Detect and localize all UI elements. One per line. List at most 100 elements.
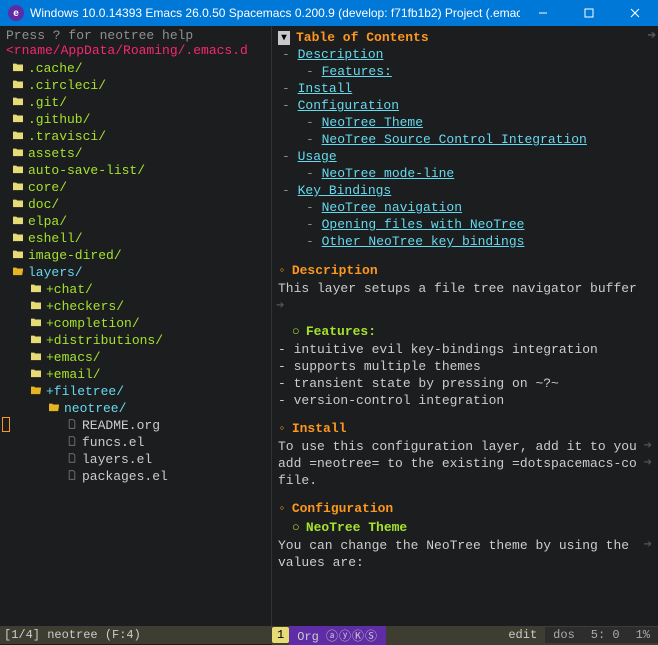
truncation-indicator: ➔ bbox=[276, 301, 284, 312]
folder-icon bbox=[12, 95, 24, 110]
toc-item[interactable]: - Configuration bbox=[278, 98, 652, 115]
toc-item[interactable]: - Other NeoTree key bindings bbox=[278, 234, 652, 251]
toc-item[interactable]: - Opening files with NeoTree bbox=[278, 217, 652, 234]
fold-arrow-icon[interactable]: ▾ bbox=[278, 31, 290, 45]
toc-link[interactable]: NeoTree navigation bbox=[322, 200, 462, 217]
dir-label: assets/ bbox=[28, 146, 83, 161]
dir-label: auto-save-list/ bbox=[28, 163, 145, 178]
neotree-help-hint: Press ? for neotree help bbox=[6, 28, 271, 43]
heading-configuration[interactable]: ◦ Configuration bbox=[278, 499, 652, 518]
neotree-sidebar[interactable]: Press ? for neotree help <rname/AppData/… bbox=[0, 26, 272, 626]
list-item: - transient state by pressing on ~?~ bbox=[278, 375, 652, 392]
toc-item[interactable]: - NeoTree Source Control Integration bbox=[278, 132, 652, 149]
toc-link[interactable]: NeoTree Source Control Integration bbox=[322, 132, 587, 149]
dir-label: .git/ bbox=[28, 95, 67, 110]
dir-label: .cache/ bbox=[28, 61, 83, 76]
heading-neotree-theme[interactable]: ○ NeoTree Theme bbox=[278, 518, 652, 537]
tree-directory[interactable]: +distributions/ bbox=[6, 332, 271, 349]
tree-file[interactable]: README.org bbox=[6, 417, 271, 434]
tree-directory[interactable]: doc/ bbox=[6, 196, 271, 213]
folder-icon bbox=[12, 129, 24, 144]
file-tree: .cache/.circleci/.git/ .github/.travisci/… bbox=[6, 60, 271, 485]
tree-directory[interactable]: .circleci/ bbox=[6, 77, 271, 94]
theme-body: You can change the NeoTree theme by usin… bbox=[278, 537, 652, 571]
toc-link[interactable]: Opening files with NeoTree bbox=[322, 217, 525, 234]
toc-link[interactable]: Features: bbox=[322, 64, 392, 81]
dir-label: +checkers/ bbox=[46, 299, 124, 314]
toc-item[interactable]: - Features: bbox=[278, 64, 652, 81]
edit-indicator: edit bbox=[500, 627, 545, 643]
tree-file[interactable]: layers.el bbox=[6, 451, 271, 468]
close-button[interactable] bbox=[612, 0, 658, 26]
minor-modes-icons: ⓐⓨⓀⓈ bbox=[326, 630, 378, 644]
folder-icon bbox=[30, 282, 42, 297]
tree-directory[interactable]: core/ bbox=[6, 179, 271, 196]
toc-item[interactable]: - Install bbox=[278, 81, 652, 98]
toc-link[interactable]: NeoTree Theme bbox=[322, 115, 423, 132]
heading-text: Install bbox=[292, 421, 347, 436]
toc-link[interactable]: Key Bindings bbox=[298, 183, 392, 200]
tree-directory[interactable]: +checkers/ bbox=[6, 298, 271, 315]
toc-item[interactable]: - Usage bbox=[278, 149, 652, 166]
tree-directory[interactable]: elpa/ bbox=[6, 213, 271, 230]
tree-directory[interactable]: eshell/ bbox=[6, 230, 271, 247]
tree-directory[interactable]: +chat/ bbox=[6, 281, 271, 298]
tree-directory[interactable]: neotree/ bbox=[6, 400, 271, 417]
tree-directory[interactable]: +email/ bbox=[6, 366, 271, 383]
toc-link[interactable]: Description bbox=[298, 47, 384, 64]
tree-directory[interactable]: +emacs/ bbox=[6, 349, 271, 366]
toc-item[interactable]: - NeoTree mode-line bbox=[278, 166, 652, 183]
encoding-segment: dos bbox=[545, 627, 583, 643]
heading-install[interactable]: ◦ Install bbox=[278, 419, 652, 438]
file-label: funcs.el bbox=[82, 435, 144, 450]
tree-directory[interactable]: +filetree/ bbox=[6, 383, 271, 400]
cursor-indicator bbox=[2, 417, 10, 432]
tree-file[interactable]: packages.el bbox=[6, 468, 271, 485]
toc-item[interactable]: - NeoTree navigation bbox=[278, 200, 652, 217]
heading-toc[interactable]: ▾ Table of Contents ➔ bbox=[278, 28, 652, 47]
minimize-button[interactable] bbox=[520, 0, 566, 26]
toc-link[interactable]: NeoTree mode-line bbox=[322, 166, 455, 183]
tree-directory[interactable]: +completion/ bbox=[6, 315, 271, 332]
tree-file[interactable]: funcs.el bbox=[6, 434, 271, 451]
toc-link[interactable]: Install bbox=[298, 81, 353, 98]
heading-description[interactable]: ◦ Description bbox=[278, 261, 652, 280]
toc-item[interactable]: - NeoTree Theme bbox=[278, 115, 652, 132]
file-icon bbox=[66, 469, 78, 484]
folder-icon bbox=[12, 112, 24, 127]
file-label: layers.el bbox=[82, 452, 152, 467]
folder-icon bbox=[12, 197, 24, 212]
file-icon bbox=[66, 418, 78, 433]
heading-text: NeoTree Theme bbox=[306, 520, 407, 535]
toc-item[interactable]: - Description bbox=[278, 47, 652, 64]
body-text: file. bbox=[278, 472, 652, 489]
toc-link[interactable]: Configuration bbox=[298, 98, 399, 115]
tree-directory[interactable]: .git/ bbox=[6, 94, 271, 111]
tree-directory[interactable]: .travisci/ bbox=[6, 128, 271, 145]
dir-label: +distributions/ bbox=[46, 333, 163, 348]
tree-directory[interactable]: .github/ bbox=[6, 111, 271, 128]
tree-directory[interactable]: image-dired/ bbox=[6, 247, 271, 264]
folder-icon bbox=[12, 163, 24, 178]
toc-link[interactable]: Usage bbox=[298, 149, 337, 166]
heading-text: Configuration bbox=[292, 501, 393, 516]
toc-item[interactable]: - Key Bindings bbox=[278, 183, 652, 200]
tree-directory[interactable]: auto-save-list/ bbox=[6, 162, 271, 179]
toc-link[interactable]: Other NeoTree key bindings bbox=[322, 234, 525, 251]
modeline-buffer-info: [1/4] neotree (F:4) bbox=[4, 628, 141, 642]
tree-directory[interactable]: .cache/ bbox=[6, 60, 271, 77]
heading-features[interactable]: ○ Features: bbox=[278, 322, 652, 341]
dir-label: .github/ bbox=[28, 112, 90, 127]
heading-text: Table of Contents bbox=[296, 30, 429, 45]
list-item: - version-control integration bbox=[278, 392, 652, 409]
tree-directory[interactable]: assets/ bbox=[6, 145, 271, 162]
org-buffer[interactable]: ▾ Table of Contents ➔ - Description- Fea… bbox=[272, 26, 658, 626]
maximize-button[interactable] bbox=[566, 0, 612, 26]
tree-directory[interactable]: layers/ bbox=[6, 264, 271, 281]
folder-icon bbox=[30, 350, 42, 365]
editor-main: Press ? for neotree help <rname/AppData/… bbox=[0, 26, 658, 626]
dir-label: +email/ bbox=[46, 367, 101, 382]
body-text: This layer setups a file tree navigator … bbox=[278, 280, 652, 297]
body-text: add =neotree= to the existing =dotspacem… bbox=[278, 455, 652, 472]
body-text: values are: bbox=[278, 554, 652, 571]
